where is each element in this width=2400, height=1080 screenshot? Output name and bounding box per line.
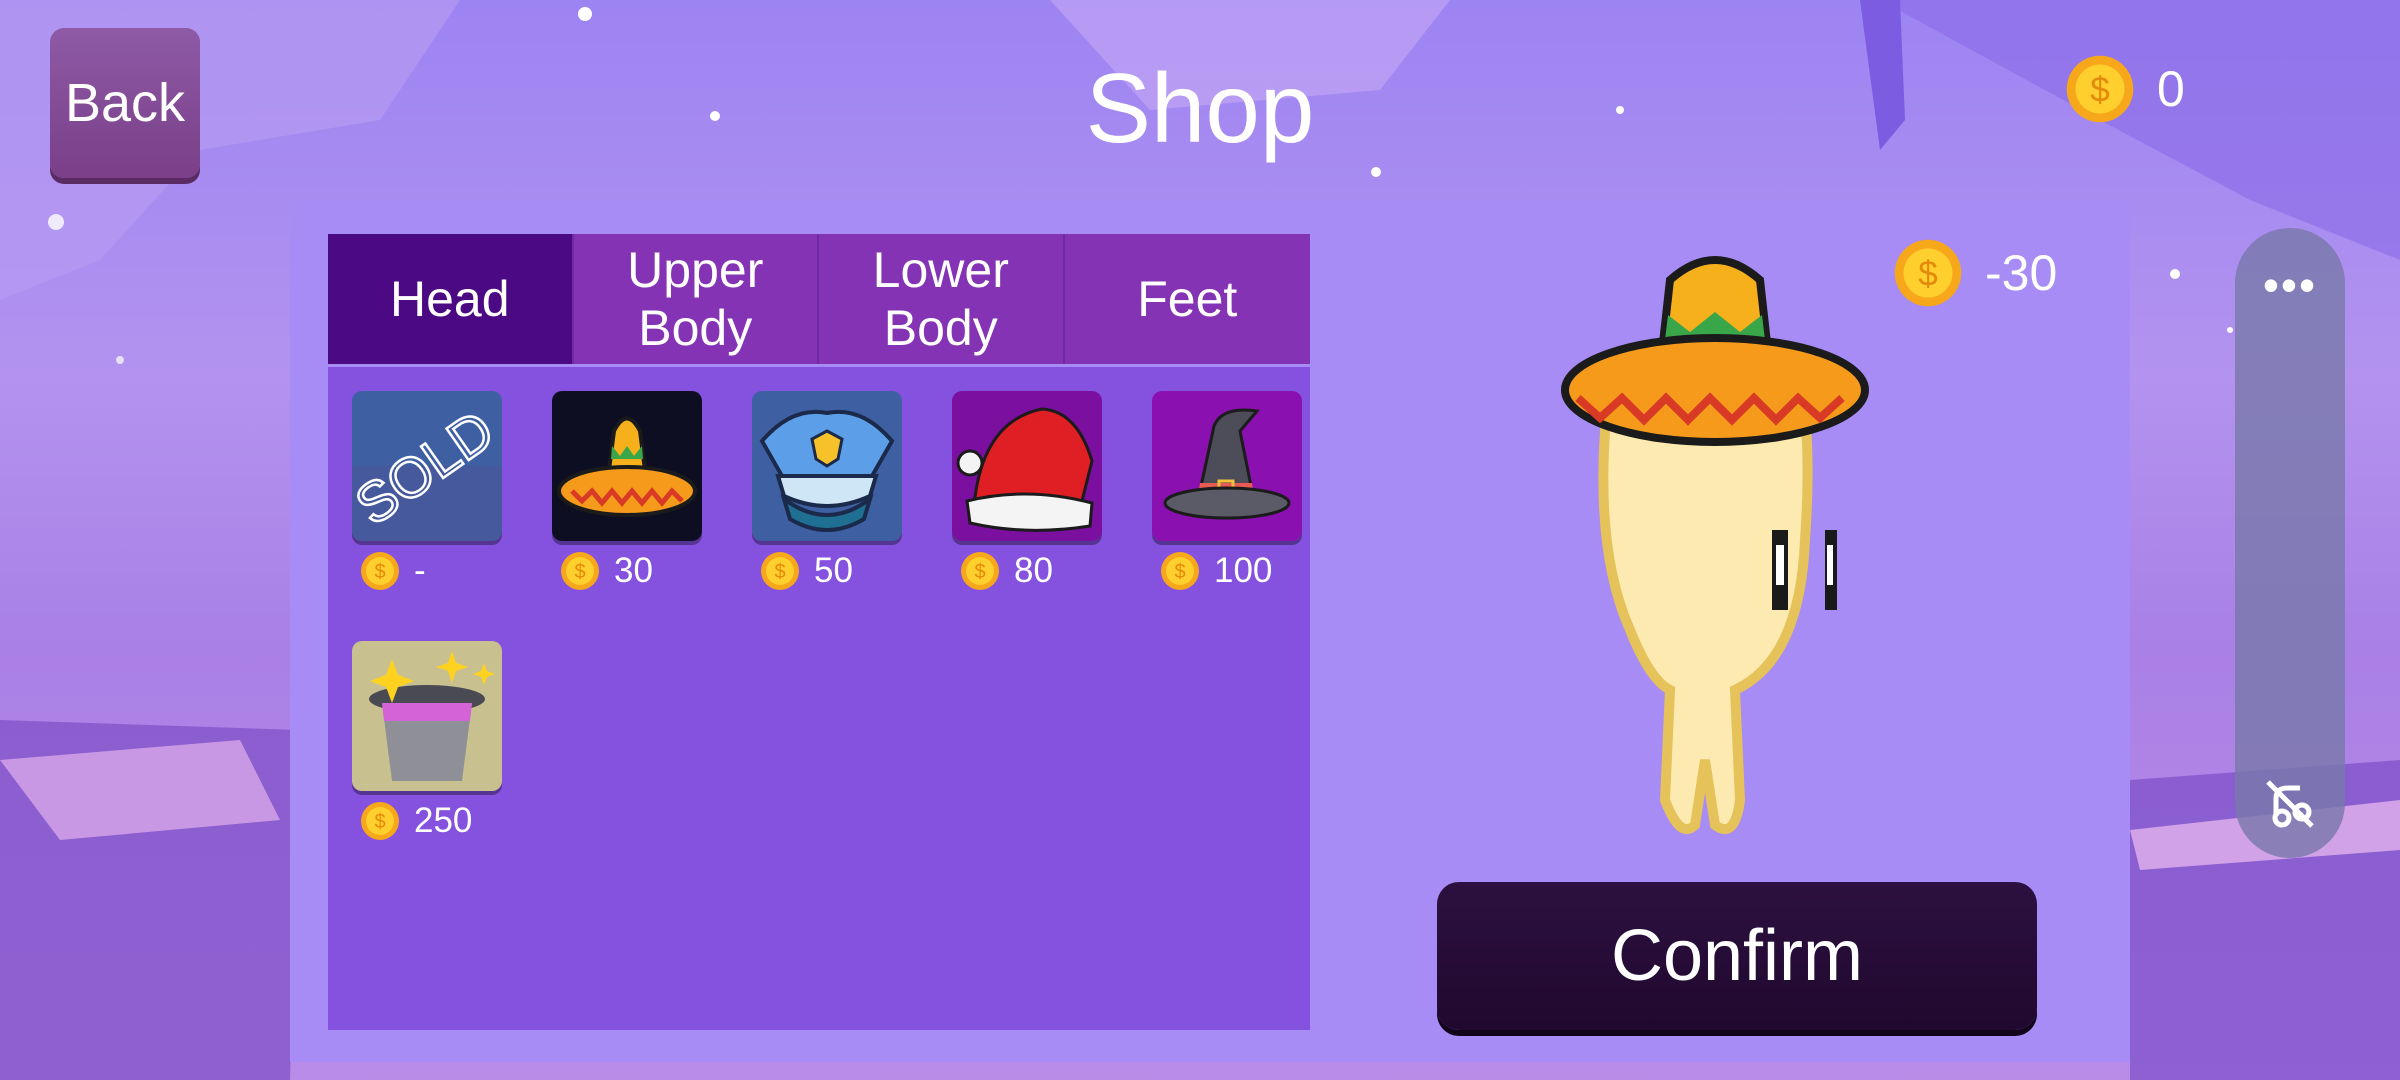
item-price-value: 250 (414, 801, 473, 840)
sold-hat-icon: SOLD (352, 391, 502, 541)
coin-icon: $ (1894, 239, 1962, 307)
coin-icon: $ (961, 552, 999, 590)
item-tile[interactable] (752, 391, 902, 541)
side-menu: ••• (2235, 228, 2345, 858)
item-price-value: 80 (1014, 551, 1053, 590)
tab-head[interactable]: Head (328, 234, 574, 364)
shop-item-santa-hat[interactable]: $ 80 (952, 391, 1102, 591)
preview-cost: $ -30 (1893, 238, 2057, 308)
item-price: $ 80 (952, 551, 1102, 591)
item-price: $ 30 (552, 551, 702, 591)
item-price: $ 250 (352, 801, 502, 841)
preview-cost-value: -30 (1985, 245, 2058, 301)
shop-item-magic-top-hat[interactable]: $ 250 (352, 641, 502, 841)
svg-text:$: $ (974, 561, 985, 583)
coin-icon: $ (361, 552, 399, 590)
coin-icon: $ (2066, 55, 2134, 123)
item-price: $ 50 (752, 551, 902, 591)
item-tile[interactable]: SOLD (352, 391, 502, 541)
page-title: Shop (1085, 53, 1315, 163)
coin-icon: $ (761, 552, 799, 590)
svg-text:$: $ (374, 811, 385, 833)
svg-text:$: $ (1174, 561, 1185, 583)
mute-icon[interactable] (2262, 776, 2318, 832)
svg-text:$: $ (574, 561, 585, 583)
coin-icon: $ (1161, 552, 1199, 590)
svg-text:$: $ (2090, 70, 2109, 109)
sombrero-icon (552, 391, 702, 541)
item-price-value: 50 (814, 551, 853, 590)
item-price-value: 30 (614, 551, 653, 590)
item-tile[interactable] (552, 391, 702, 541)
coin-icon: $ (361, 802, 399, 840)
shop-item-witch-hat[interactable]: $ 100 (1152, 391, 1302, 591)
tab-feet[interactable]: Feet (1064, 234, 1310, 364)
shop-item-sombrero[interactable]: $ 30 (552, 391, 702, 591)
witch-hat-icon (1152, 391, 1302, 541)
magic-top-hat-icon (352, 641, 502, 791)
more-dots-icon[interactable]: ••• (2235, 262, 2345, 308)
item-price: $ 100 (1152, 551, 1302, 591)
item-tile[interactable] (352, 641, 502, 791)
coin-icon: $ (561, 552, 599, 590)
item-tile[interactable] (952, 391, 1102, 541)
shop-item-sold-hat[interactable]: SOLD $ - (352, 391, 502, 591)
item-grid: SOLD $ - $ 30 $ 50 $ 80 $ 100 $ 250 (328, 367, 1310, 1030)
tab-lower-body[interactable]: Lower Body (819, 234, 1065, 364)
tab-upper-body[interactable]: Upper Body (573, 234, 819, 364)
coin-balance: $ 0 (2065, 54, 2185, 124)
item-price: $ - (352, 551, 502, 591)
category-tabs: Head Upper Body Lower Body Feet (328, 234, 1310, 364)
svg-text:$: $ (374, 561, 385, 583)
item-tile[interactable] (1152, 391, 1302, 541)
shop-item-police-cap[interactable]: $ 50 (752, 391, 902, 591)
svg-text:$: $ (774, 561, 785, 583)
item-price-value: - (414, 551, 426, 590)
item-price-value: 100 (1214, 551, 1273, 590)
svg-text:$: $ (1918, 254, 1937, 293)
santa-hat-icon (952, 391, 1102, 541)
police-cap-icon (752, 391, 902, 541)
confirm-button[interactable]: Confirm (1437, 882, 2037, 1030)
character-preview (1561, 256, 1869, 835)
coin-balance-value: 0 (2157, 61, 2185, 117)
